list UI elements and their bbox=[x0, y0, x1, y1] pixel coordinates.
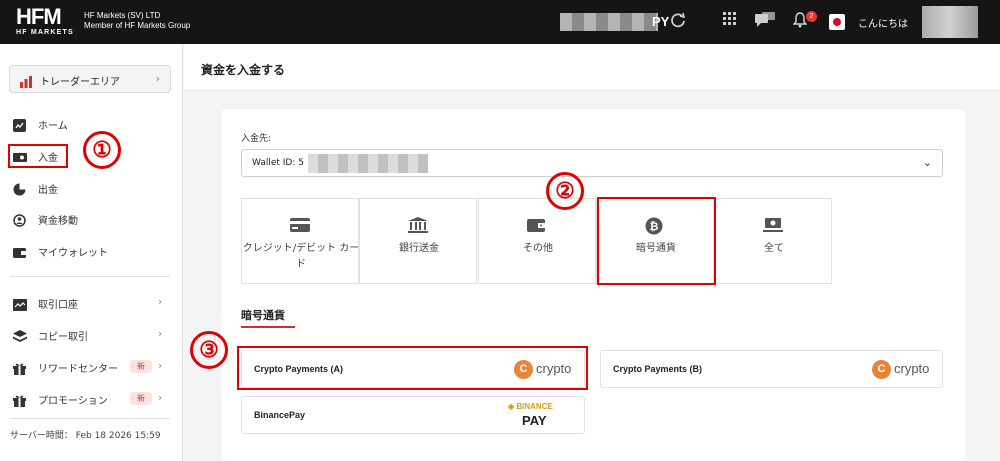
method-credit-card[interactable]: クレジット/デビット カード bbox=[241, 198, 359, 284]
layers-icon bbox=[13, 328, 27, 342]
sidebar-item-transfer[interactable]: 資金移動 bbox=[0, 209, 183, 231]
sidebar-item-label: ホーム bbox=[38, 121, 68, 132]
deposit-card: 入金先: Wallet ID: 5 ⌄ クレジット/デビット カード 銀行送金 … bbox=[221, 109, 965, 461]
page-header: 資金を入金する bbox=[184, 44, 1000, 91]
sidebar-item-label: 出金 bbox=[38, 185, 58, 196]
chevron-right-icon: › bbox=[158, 295, 163, 308]
sidebar-item-label: コピー取引 bbox=[38, 332, 88, 343]
method-tabs: クレジット/デビット カード 銀行送金 その他 ₿ 暗号通貨 全て bbox=[241, 198, 832, 284]
annotation-box-deposit bbox=[8, 144, 68, 168]
chevron-right-icon: › bbox=[158, 391, 163, 404]
sidebar-item-trading-accounts[interactable]: 取引口座 › bbox=[0, 293, 183, 315]
sidebar-divider bbox=[10, 276, 170, 277]
method-label: その他 bbox=[523, 243, 553, 254]
wallet-select[interactable]: Wallet ID: 5 ⌄ bbox=[241, 149, 943, 177]
sidebar-item-rewards[interactable]: リワードセンター 新 › bbox=[0, 357, 183, 379]
new-badge: 新 bbox=[130, 392, 152, 405]
section-title: 暗号通貨 bbox=[241, 309, 285, 322]
sidebar-item-mywallet[interactable]: マイウォレット bbox=[0, 241, 183, 263]
trading-account-icon bbox=[13, 296, 27, 311]
annotation-number-3: ③ bbox=[190, 331, 228, 369]
credit-card-icon bbox=[290, 217, 310, 233]
blurred-username[interactable] bbox=[922, 6, 978, 38]
method-all[interactable]: 全て bbox=[714, 198, 832, 284]
new-badge: 新 bbox=[130, 360, 152, 373]
logo-subtitle: HF MARKETS bbox=[16, 29, 74, 36]
entity-line-1: HF Markets (SV) LTD bbox=[84, 11, 161, 20]
method-bank-transfer[interactable]: 銀行送金 bbox=[359, 198, 477, 284]
binance-logo-bottom: PAY bbox=[522, 413, 547, 428]
sidebar-item-copy-trading[interactable]: コピー取引 › bbox=[0, 325, 183, 347]
crypto-coin-icon: C bbox=[872, 360, 891, 379]
annotation-box-crypto-method bbox=[597, 197, 716, 285]
crypto-logo: C crypto bbox=[872, 360, 934, 380]
chevron-right-icon: › bbox=[155, 72, 160, 85]
trader-area-label: トレーダーエリア bbox=[40, 77, 120, 88]
page-title: 資金を入金する bbox=[201, 63, 286, 77]
annotation-number-2: ② bbox=[546, 172, 584, 210]
section-underline bbox=[241, 326, 295, 328]
payment-name: Crypto Payments (B) bbox=[613, 364, 703, 374]
japan-flag-icon[interactable] bbox=[829, 14, 845, 30]
method-label: 全て bbox=[764, 243, 784, 254]
wallet-icon bbox=[13, 244, 26, 258]
sidebar-item-label: 取引口座 bbox=[38, 300, 78, 311]
sidebar-item-label: マイウォレット bbox=[38, 248, 108, 259]
logo-wordmark: HFM bbox=[16, 4, 62, 29]
blurred-wallet-id bbox=[308, 154, 428, 173]
binance-pay-logo: ◈ BINANCE PAY bbox=[508, 402, 572, 430]
chevron-down-icon: ⌄ bbox=[922, 156, 932, 169]
blurred-balance bbox=[560, 13, 658, 31]
chevron-right-icon: › bbox=[158, 327, 163, 340]
apps-grid-icon[interactable] bbox=[723, 12, 737, 30]
wallet-id-value: Wallet ID: 5 bbox=[252, 158, 304, 168]
trader-area-button[interactable]: トレーダーエリア › bbox=[9, 65, 171, 93]
gift-icon bbox=[13, 360, 26, 375]
server-time: サーバー時間： Feb 18 2026 15:59 bbox=[10, 431, 161, 441]
bell-icon[interactable] bbox=[792, 12, 808, 32]
hfm-logo[interactable]: HFM HF MARKETS bbox=[16, 4, 74, 37]
gift-icon bbox=[13, 392, 26, 407]
method-label: 銀行送金 bbox=[399, 243, 439, 254]
sidebar-divider bbox=[10, 418, 170, 419]
chat-icon[interactable] bbox=[755, 12, 775, 32]
entity-info: HF Markets (SV) LTD Member of HF Markets… bbox=[84, 11, 190, 31]
bar-chart-icon bbox=[20, 73, 32, 92]
method-label: クレジット/デビット カード bbox=[242, 243, 360, 270]
withdraw-icon bbox=[13, 181, 26, 196]
greeting-text[interactable]: こんにちは bbox=[858, 15, 908, 30]
bank-icon bbox=[408, 217, 428, 233]
cash-icon bbox=[763, 217, 783, 233]
sidebar-item-withdraw[interactable]: 出金 bbox=[0, 178, 183, 200]
top-header: HFM HF MARKETS HF Markets (SV) LTD Membe… bbox=[0, 0, 1000, 44]
chevron-right-icon: › bbox=[158, 359, 163, 372]
payment-binancepay[interactable]: BinancePay ◈ BINANCE PAY bbox=[241, 396, 585, 434]
annotation-box-crypto-a bbox=[237, 346, 588, 390]
wallet-icon bbox=[527, 217, 547, 233]
payment-crypto-b[interactable]: Crypto Payments (B) C crypto bbox=[600, 350, 943, 388]
refresh-icon[interactable] bbox=[670, 12, 686, 32]
sidebar-item-label: リワードセンター bbox=[38, 364, 118, 375]
method-other[interactable]: その他 bbox=[478, 198, 596, 284]
sidebar-item-promotions[interactable]: プロモーション 新 › bbox=[0, 389, 183, 411]
sidebar: トレーダーエリア › ホーム 入金 出金 資金移動 マイウォレット 取引口座 ›… bbox=[0, 44, 183, 461]
entity-line-2: Member of HF Markets Group bbox=[84, 21, 191, 30]
sidebar-item-label: プロモーション bbox=[38, 396, 108, 407]
annotation-number-1: ① bbox=[83, 131, 121, 169]
destination-label: 入金先: bbox=[241, 134, 272, 144]
chart-icon bbox=[13, 117, 26, 132]
notification-badge: 2 bbox=[806, 11, 817, 22]
sidebar-item-label: 資金移動 bbox=[38, 216, 78, 227]
currency-code: PY bbox=[652, 14, 670, 29]
transfer-icon bbox=[13, 212, 26, 227]
binance-logo-top: ◈ BINANCE bbox=[508, 402, 553, 411]
crypto-logo-text: crypto bbox=[894, 361, 930, 376]
payment-name: BinancePay bbox=[254, 410, 306, 420]
